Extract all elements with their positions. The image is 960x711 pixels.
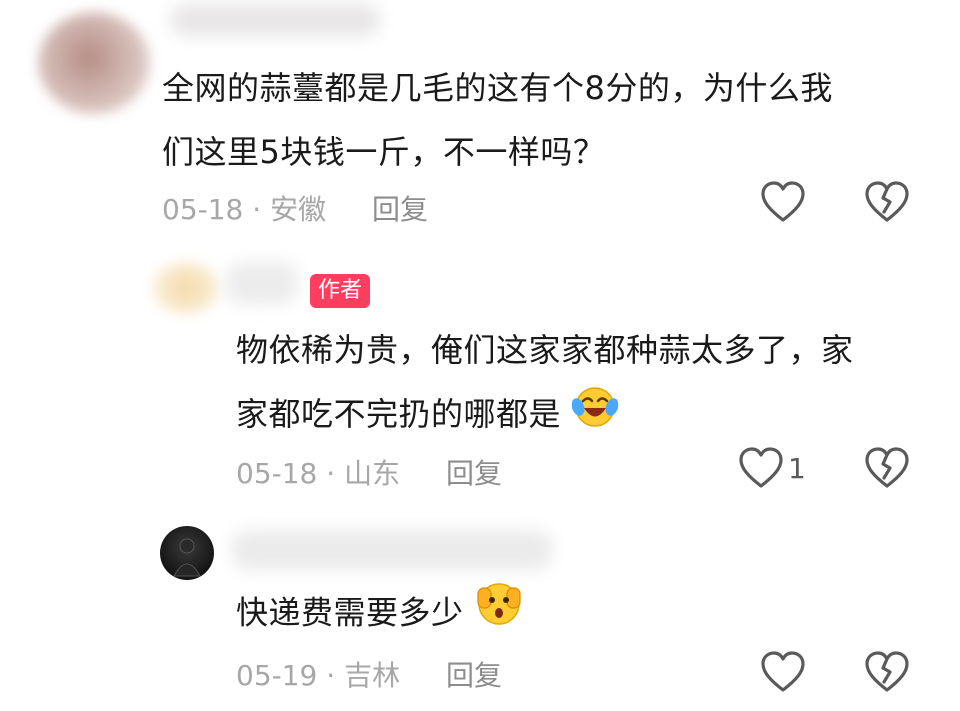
laughing-crying-emoji — [571, 383, 619, 450]
comment-text-fragment: 快递费需要多少 — [236, 593, 464, 632]
comment-location: 安徽 — [270, 193, 327, 226]
comment-text: 物依稀为贵，俺们这家家都种蒜太多了，家 家都吃不完扔的哪都是 — [236, 318, 936, 450]
avatar[interactable] — [160, 526, 214, 580]
comment-text-line: 们这里5块钱一斤，不一样吗？ — [162, 133, 606, 171]
comment-text-line: 物依稀为贵，俺们这家家都种蒜太多了，家 — [236, 331, 854, 369]
broken-heart-icon[interactable] — [864, 650, 910, 694]
comment-text: 快递费需要多少 — [236, 580, 836, 649]
username-blurred[interactable] — [232, 530, 552, 570]
comment-text-line: 家都吃不完扔的哪都是 — [236, 382, 936, 450]
comment-date: 05-18 — [236, 457, 318, 490]
broken-heart-icon[interactable] — [864, 180, 910, 224]
meta-separator: · — [326, 457, 345, 490]
comment-location: 山东 — [344, 457, 401, 490]
comment-location: 吉林 — [344, 659, 401, 692]
comment-text-line: 全网的蒜薹都是几毛的这有个8分的，为什么我 — [162, 69, 833, 107]
reply-button[interactable]: 回复 — [446, 452, 502, 492]
like-count: 1 — [788, 452, 806, 485]
meta-separator: · — [326, 659, 345, 692]
comment-meta: 05-18 · 山东 — [236, 452, 400, 492]
comment-text: 全网的蒜薹都是几毛的这有个8分的，为什么我 们这里5块钱一斤，不一样吗？ — [162, 56, 922, 184]
comment-date: 05-18 — [162, 193, 244, 226]
meta-separator: · — [252, 193, 271, 226]
shocked-face-emoji — [474, 580, 524, 649]
comment-text-line: 快递费需要多少 — [236, 580, 836, 649]
bottom-fade — [0, 690, 960, 711]
username-blurred[interactable] — [226, 262, 298, 304]
comment-meta: 05-18 · 安徽 — [162, 188, 326, 228]
comment-meta: 05-19 · 吉林 — [236, 654, 400, 694]
comment-text-fragment: 家都吃不完扔的哪都是 — [236, 395, 562, 433]
author-badge: 作者 — [310, 274, 371, 308]
heart-outline-icon[interactable] — [760, 650, 806, 694]
heart-outline-icon[interactable] — [738, 446, 784, 490]
avatar[interactable] — [38, 12, 150, 114]
comment-date: 05-19 — [236, 659, 318, 692]
broken-heart-icon[interactable] — [864, 446, 910, 490]
heart-outline-icon[interactable] — [760, 180, 806, 224]
username-blurred[interactable] — [170, 4, 380, 36]
avatar-figure-icon — [173, 538, 201, 577]
reply-button[interactable]: 回复 — [446, 654, 502, 694]
avatar[interactable] — [152, 262, 220, 314]
reply-button[interactable]: 回复 — [372, 188, 428, 228]
